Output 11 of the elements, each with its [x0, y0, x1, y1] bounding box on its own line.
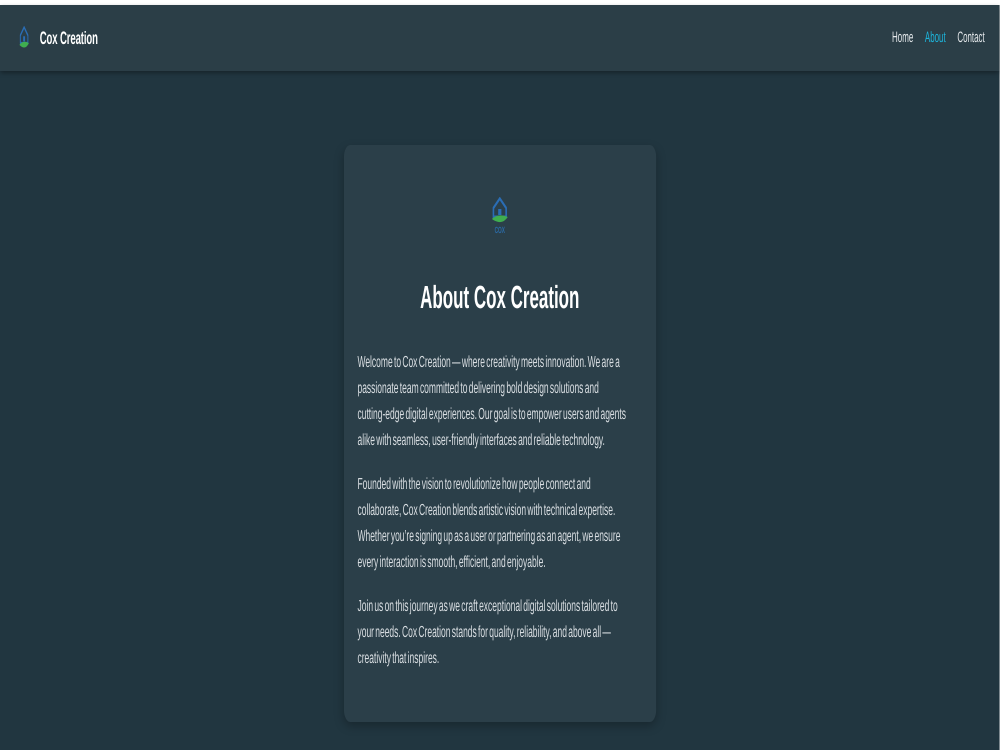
nav-link[interactable]: About [919, 22, 952, 54]
logo-wordmark: COX [494, 225, 505, 235]
about-paragraph: Founded with the vision to revolutionize how people connect and collaborate, Cox Creation blends artistic vision with technical expertise. Whether you’re signing up as a user or partnering as an agent, we ensure every interaction is smooth, efficient, and enjoyable. [357, 475, 622, 574]
brand-link[interactable]: Cox Creation [19, 24, 98, 52]
nav-link[interactable]: Contact [952, 22, 991, 54]
house-logo-icon [19, 26, 30, 50]
about-paragraph: Join us on this journey as we craft exceptional digital solutions tailored to your needs. Cox Creation stands for quality, reliability, and above all — creativity that inspires. [357, 597, 619, 670]
page-title: About Cox Creation [419, 278, 580, 316]
nav-link[interactable]: Home [886, 22, 920, 54]
about-paragraph: Welcome to Cox Creation — where creativity meets innovation. We are a passionate team committed to delivering bold design solutions and cutting-edge digital experiences. Our goal is to empower users and agents alike with seamless, user-friendly interfaces and reliable technology. [357, 353, 627, 452]
house-logo-icon [491, 197, 508, 225]
